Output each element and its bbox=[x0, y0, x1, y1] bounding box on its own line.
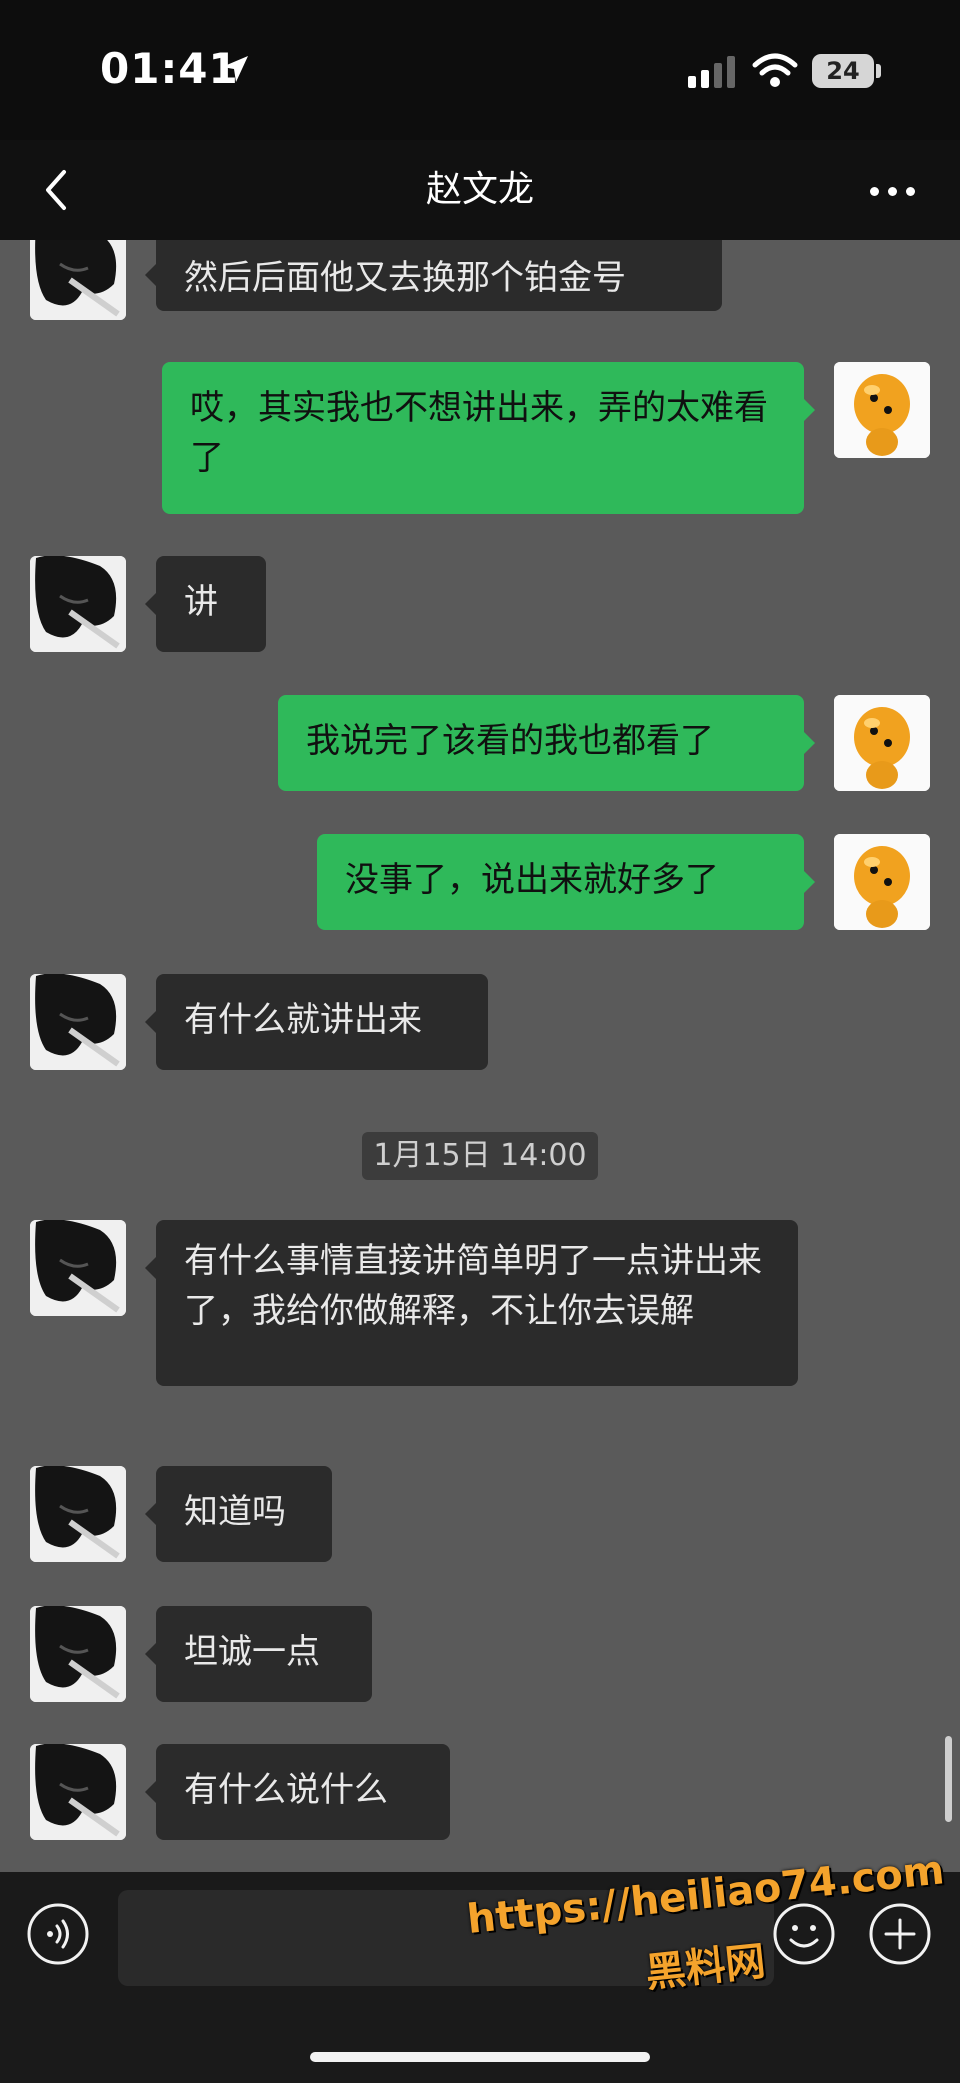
timestamp-divider: 1月15日 14:00 bbox=[362, 1132, 598, 1180]
bubble-tail bbox=[145, 1503, 156, 1525]
message-bubble-incoming[interactable]: 有什么事情直接讲简单明了一点讲出来了，我给你做解释，不让你去误解 bbox=[156, 1220, 798, 1386]
location-icon bbox=[222, 56, 248, 82]
bubble-tail bbox=[804, 399, 815, 421]
nav-bar: 赵文龙 bbox=[0, 140, 960, 240]
status-bar: 01:41 24 bbox=[0, 0, 960, 140]
bubble-tail bbox=[145, 593, 156, 615]
battery-indicator: 24 bbox=[812, 54, 874, 88]
voice-icon[interactable] bbox=[26, 1902, 90, 1966]
message-bubble-incoming[interactable]: 有什么说什么 bbox=[156, 1744, 450, 1840]
contact-avatar[interactable] bbox=[30, 1606, 126, 1702]
contact-avatar[interactable] bbox=[30, 556, 126, 652]
battery-tip bbox=[876, 64, 881, 78]
chat-title: 赵文龙 bbox=[425, 169, 534, 210]
bubble-tail bbox=[145, 1781, 156, 1803]
message-bubble-incoming[interactable]: 知道吗 bbox=[156, 1466, 332, 1562]
message-bubble-outgoing[interactable]: 哎，其实我也不想讲出来，弄的太难看了 bbox=[162, 362, 804, 514]
home-indicator bbox=[310, 2052, 650, 2062]
message-bubble-outgoing[interactable]: 没事了，说出来就好多了 bbox=[317, 834, 804, 930]
scrollbar[interactable] bbox=[945, 1736, 952, 1822]
message-bubble-incoming[interactable]: 有什么就讲出来 bbox=[156, 974, 488, 1070]
message-bubble-incoming[interactable]: 讲 bbox=[156, 556, 266, 652]
message-bubble-outgoing[interactable]: 我说完了该看的我也都看了 bbox=[278, 695, 804, 791]
message-bubble-incoming[interactable]: 然后后面他又去换那个铂金号 bbox=[156, 240, 722, 311]
contact-avatar[interactable] bbox=[30, 1466, 126, 1562]
message-bubble-incoming[interactable]: 坦诚一点 bbox=[156, 1606, 372, 1702]
contact-avatar[interactable] bbox=[30, 240, 126, 320]
bubble-tail bbox=[145, 264, 156, 286]
bubble-tail bbox=[145, 1257, 156, 1279]
bubble-tail bbox=[804, 871, 815, 893]
bubble-tail bbox=[145, 1011, 156, 1033]
contact-avatar[interactable] bbox=[30, 974, 126, 1070]
status-time: 01:41 bbox=[100, 44, 239, 93]
chat-area[interactable]: 然后后面他又去换那个铂金号 哎，其实我也不想讲出来，弄的太难看了 讲 我说完了该… bbox=[0, 240, 960, 1872]
user-avatar[interactable] bbox=[834, 362, 930, 458]
signal-icon bbox=[688, 56, 735, 88]
more-icon[interactable] bbox=[862, 160, 922, 220]
bubble-tail bbox=[145, 1643, 156, 1665]
user-avatar[interactable] bbox=[834, 834, 930, 930]
wifi-icon bbox=[752, 53, 798, 87]
contact-avatar[interactable] bbox=[30, 1220, 126, 1316]
user-avatar[interactable] bbox=[834, 695, 930, 791]
contact-avatar[interactable] bbox=[30, 1744, 126, 1840]
watermark-name: 黑料网 bbox=[643, 1938, 768, 1997]
bubble-tail bbox=[804, 732, 815, 754]
